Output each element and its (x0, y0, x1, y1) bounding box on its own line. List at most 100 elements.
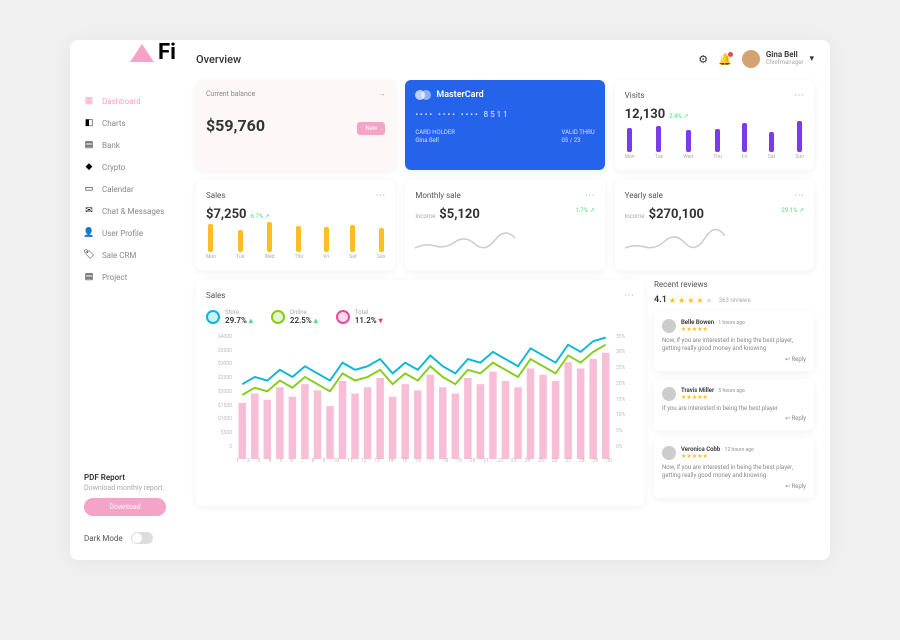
nav-icon: ▦ (84, 96, 94, 106)
sidebar-item-sale-crm[interactable]: 🏷 Sale CRM (70, 244, 180, 266)
more-icon[interactable]: ⋯ (794, 190, 804, 201)
nav-icon: ▤ (84, 272, 94, 282)
chevron-down-icon: ▾ (809, 54, 814, 64)
user-role: Chiefmanager (766, 60, 804, 67)
avatar (662, 387, 676, 401)
dark-mode-row: Dark Mode (70, 526, 180, 550)
more-icon[interactable]: ⋯ (585, 190, 595, 201)
avatar (662, 446, 676, 460)
holder-label: CARD HOLDER (415, 129, 455, 137)
nav-label: Bank (102, 141, 120, 150)
sidebar: ▦ Dashboard ◧ Charts ▤ Bank ◆ Crypto ▭ Calendar ✉C… (70, 40, 180, 560)
mastercard-icon (415, 90, 431, 100)
yearly-label: Income (625, 213, 645, 220)
monthly-card: Monthly sale⋯ Income$5,1201.7% ↗ (405, 180, 604, 270)
sales-chart: MonTueWedThuFriSatSun (206, 228, 385, 260)
arrow-right-icon[interactable]: → (378, 90, 385, 98)
yearly-spark (625, 228, 725, 256)
sales-title: Sales (206, 191, 225, 200)
reviewer-name: Travis Miller · 5 hours ago (681, 387, 745, 394)
sidebar-item-calendar[interactable]: ▭ Calendar (70, 178, 180, 200)
pdf-subtitle: Download monthly report. (84, 484, 166, 492)
review-score: 4.1 (654, 295, 667, 305)
dark-mode-toggle[interactable] (131, 532, 153, 544)
balance-card: Current balance → $59,760 New (196, 80, 395, 170)
nav-icon: ▭ (84, 184, 94, 194)
nav-label: User Profile (102, 229, 143, 238)
sidebar-item-project[interactable]: ▤ Project (70, 266, 180, 288)
reply-button[interactable]: Reply (662, 483, 806, 490)
download-button[interactable]: Download (84, 498, 166, 516)
nav-icon: ◆ (84, 162, 94, 172)
reply-button[interactable]: Reply (662, 415, 806, 422)
nav-label: Crypto (102, 163, 125, 172)
review-text: Now, if you are interested in being the … (662, 337, 806, 353)
yearly-card: Yearly sale⋯ Income$270,10029.1% ↗ (615, 180, 814, 270)
nav-icon: 👤 (84, 228, 94, 238)
nav-list: ▦ Dashboard ◧ Charts ▤ Bank ◆ Crypto ▭ Calendar ✉C… (70, 90, 180, 473)
visits-chart: MonTueWedThuFriSatSun (625, 128, 804, 160)
visits-pct: 2.4% ↗ (669, 113, 688, 120)
nav-icon: ✉ (84, 206, 94, 216)
sidebar-item-crypto[interactable]: ◆ Crypto (70, 156, 180, 178)
card-brand: MasterCard (436, 90, 483, 100)
pdf-title: PDF Report (84, 473, 166, 482)
review-count: 363 reviews (719, 297, 751, 304)
visits-card: Visits ⋯ 12,1302.4% ↗ MonTueWedThuFriSatS… (615, 80, 814, 170)
reviews-title: Recent reviews (654, 280, 814, 289)
logo: Fi (130, 40, 176, 65)
visits-title: Visits (625, 91, 645, 100)
nav-icon: ◧ (84, 118, 94, 128)
review-text: Now, if you are interested in being the … (662, 464, 806, 480)
new-button[interactable]: New (357, 122, 385, 135)
yearly-value: $270,100 (649, 207, 704, 222)
nav-label: Sale CRM (102, 251, 136, 260)
more-icon[interactable]: ⋯ (375, 190, 385, 201)
balance-label: Current balance (206, 90, 255, 98)
avatar (662, 319, 676, 333)
user-menu[interactable]: Gina Bell Chiefmanager ▾ (742, 50, 814, 68)
monthly-spark (415, 228, 515, 256)
big-chart: $4000$3500$3000$2500$2000$1500$1000$5000… (206, 334, 634, 464)
reviewer-name: Belle Bowen · 1 hours ago (681, 319, 745, 326)
nav-icon: 🏷 (84, 250, 94, 260)
avatar (742, 50, 760, 68)
more-icon[interactable]: ⋯ (624, 290, 634, 301)
header: Overview ⚙ 🔔 Gina Bell Chiefmanager ▾ (196, 50, 814, 68)
nav-label: Dashboard (102, 97, 141, 106)
bell-icon[interactable]: 🔔 (718, 53, 732, 66)
holder-name: Gina Bell (415, 137, 455, 145)
pdf-report: PDF Report Download monthly report. Down… (70, 473, 180, 516)
reply-button[interactable]: Reply (662, 356, 806, 363)
valid-date: 05 / 23 (562, 137, 595, 145)
sidebar-item-chat-messages[interactable]: ✉Chat & Messages (70, 200, 180, 222)
nav-label: Calendar (102, 185, 134, 194)
more-icon[interactable]: ⋯ (794, 90, 804, 101)
big-sales-card: Sales⋯ Store29.7% ▴Online22.5% ▴Total11.… (196, 280, 644, 506)
valid-label: VALID THRU (562, 129, 595, 137)
reviews-section: Recent reviews 4.1 ★★★★★ 363 reviews Bel… (654, 280, 814, 506)
review-text: If you are interested in being the best … (662, 405, 806, 413)
sidebar-item-user-profile[interactable]: 👤 User Profile (70, 222, 180, 244)
sidebar-item-dashboard[interactable]: ▦ Dashboard (70, 90, 180, 112)
yearly-title: Yearly sale (625, 191, 663, 200)
dark-mode-label: Dark Mode (84, 534, 123, 543)
monthly-value: $5,120 (439, 207, 480, 222)
sidebar-item-bank[interactable]: ▤ Bank (70, 134, 180, 156)
nav-label: Charts (102, 119, 126, 128)
sidebar-item-charts[interactable]: ◧ Charts (70, 112, 180, 134)
logo-text: Fi (158, 40, 176, 65)
card-number: •••• •••• •••• 8511 (415, 110, 594, 119)
review-item: Belle Bowen · 1 hours ago★★★★★Now, if yo… (654, 311, 814, 371)
nav-label: Project (102, 273, 127, 282)
monthly-pct: 1.7% ↗ (575, 207, 594, 214)
reviews-summary: 4.1 ★★★★★ 363 reviews (654, 295, 814, 305)
visits-value: 12,130 (625, 107, 666, 122)
main-content: Overview ⚙ 🔔 Gina Bell Chiefmanager ▾ Cu… (180, 40, 830, 560)
sales-value: $7,250 (206, 207, 247, 222)
big-sales-title: Sales (206, 291, 225, 300)
sales-pct: 6.7% ↗ (251, 213, 270, 220)
nav-icon: ▤ (84, 140, 94, 150)
logo-icon (130, 44, 154, 62)
gear-icon[interactable]: ⚙ (698, 53, 708, 66)
